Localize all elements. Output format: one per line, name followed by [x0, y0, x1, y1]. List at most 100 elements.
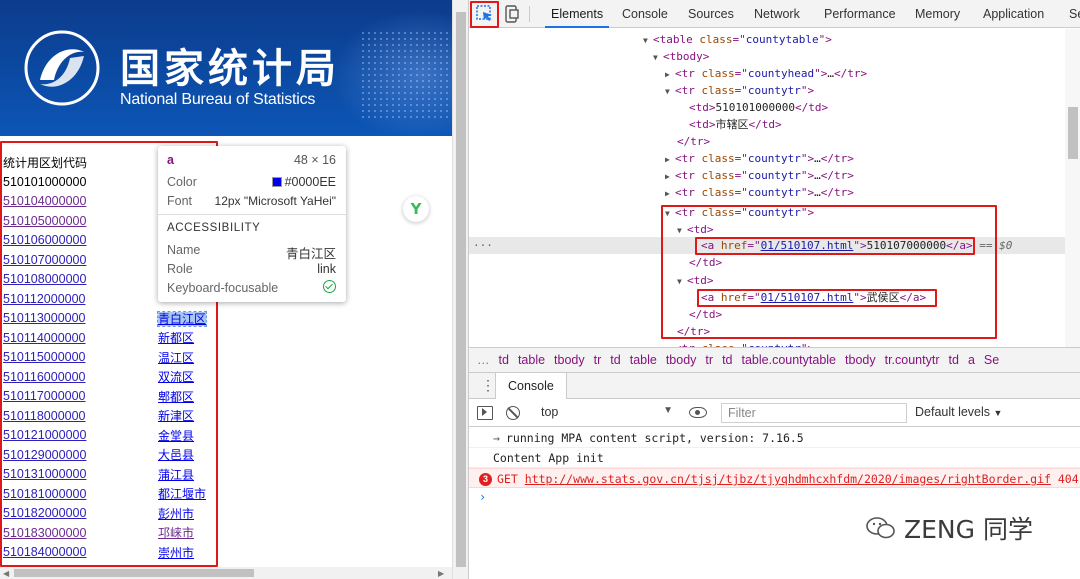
tooltip-color-value: #0000EE	[271, 175, 336, 189]
dom-line-tr-next[interactable]: ▶<tr class="countytr">	[665, 340, 814, 347]
dom-line-tr-collapsed-2[interactable]: ▶ <tr class="countytr">…</tr>	[665, 167, 854, 184]
breadcrumb-item[interactable]: td	[722, 353, 732, 367]
tooltip-font-value: 12px "Microsoft YaHei"	[214, 194, 336, 208]
tab-elements[interactable]: Elements	[544, 0, 610, 28]
elements-scroll-thumb[interactable]	[1068, 107, 1078, 159]
breadcrumb-item[interactable]: table.countytable	[742, 353, 837, 367]
site-banner: 国家统计局 National Bureau of Statistics	[0, 0, 452, 136]
breadcrumb-item[interactable]: tbody	[554, 353, 585, 367]
page-horizontal-scrollbar[interactable]: ◀ ▶	[0, 567, 452, 579]
dom-line-tr-collapsed-3[interactable]: ▶ <tr class="countytr">…</tr>	[665, 184, 854, 201]
console-output: → running MPA content script, version: 7.…	[469, 428, 1080, 579]
breadcrumb-item[interactable]: table	[630, 353, 657, 367]
console-message: Content App init	[493, 451, 604, 465]
dom-line-td-code[interactable]: <td>510101000000</td>	[689, 99, 828, 116]
tab-console[interactable]: Console	[622, 0, 668, 28]
tooltip-focus-label: Keyboard-focusable	[167, 281, 279, 295]
breadcrumb-item[interactable]: td	[610, 353, 620, 367]
tooltip-name-value: 青白江区	[285, 247, 336, 261]
breadcrumb-item[interactable]: td	[499, 353, 509, 367]
dom-line-table[interactable]: ▼ <table class="countytable">	[643, 31, 832, 48]
tooltip-tag: a	[167, 153, 174, 167]
breadcrumb-item[interactable]: tbody	[666, 353, 697, 367]
check-circle-icon	[323, 280, 336, 294]
dropdown-icon: ▼	[663, 405, 673, 416]
banner-dot-map	[360, 30, 452, 120]
dom-line-tr-head[interactable]: ▶ <tr class="countyhead">…</tr>	[665, 65, 867, 82]
dom-breadcrumbs: … td table tbody tr td table tbody tr td table.cou…	[469, 347, 1080, 373]
tooltip-font-label: Font	[167, 194, 193, 208]
red-highlight-box-inspect	[470, 1, 499, 28]
tab-network[interactable]: Network	[754, 0, 800, 28]
console-prompt-icon[interactable]: ›	[479, 490, 486, 504]
tab-se[interactable]: Se	[1069, 0, 1080, 28]
tab-application[interactable]: Application	[983, 0, 1044, 28]
live-expression-eye-icon[interactable]	[689, 407, 707, 418]
clear-console-icon[interactable]	[506, 406, 520, 420]
levels-chevron-icon: ▼	[993, 408, 1003, 418]
hscroll-thumb[interactable]	[14, 569, 254, 577]
tooltip-color-text: #0000EE	[284, 175, 336, 189]
context-value: top	[541, 405, 559, 419]
drawer-header: ⋮ Console	[469, 373, 1080, 399]
scroll-left-icon[interactable]: ◀	[3, 569, 9, 578]
device-toolbar-icon[interactable]	[505, 5, 519, 23]
console-filter-input[interactable]: Filter	[721, 403, 907, 423]
log-arrow-icon: →	[493, 431, 500, 445]
dom-line-tr-close[interactable]: </tr>	[677, 133, 710, 150]
color-swatch-icon	[271, 177, 282, 187]
drawer-tab-console[interactable]: Console	[495, 373, 567, 399]
breadcrumb-item[interactable]: …	[477, 353, 490, 367]
tooltip-size: 48 × 16	[293, 153, 336, 167]
vscroll-thumb[interactable]	[456, 12, 466, 567]
breadcrumb-item[interactable]: td	[949, 353, 959, 367]
context-selector[interactable]: top ▼	[533, 404, 673, 422]
breadcrumb-item[interactable]: tr	[594, 353, 602, 367]
wechat-icon	[866, 517, 895, 539]
red-highlight-box-a-name	[697, 289, 937, 307]
breadcrumb-item[interactable]: a	[968, 353, 975, 367]
elements-scrollbar[interactable]	[1065, 29, 1080, 347]
console-error-line: 3 GET http://www.stats.gov.cn/tjsj/tjbz/…	[469, 468, 1080, 488]
red-highlight-box-a-code	[695, 237, 975, 255]
red-highlight-box-tr	[661, 205, 997, 339]
tab-performance[interactable]: Performance	[824, 0, 896, 28]
tab-memory[interactable]: Memory	[915, 0, 960, 28]
breadcrumb-item[interactable]: tr	[705, 353, 713, 367]
filter-placeholder: Filter	[728, 406, 756, 420]
extension-y-icon[interactable]: Y	[403, 196, 429, 222]
breadcrumb-item[interactable]: tbody	[845, 353, 876, 367]
tooltip-role-label: Role	[167, 262, 193, 276]
error-url[interactable]: http://www.stats.gov.cn/tjsj/tjbz/tjyqhd…	[525, 472, 1051, 486]
error-method: GET	[497, 472, 518, 486]
dom-line-td-name[interactable]: <td>市辖区</td>	[689, 116, 782, 133]
tooltip-role-value: link	[317, 262, 336, 276]
org-name-cn: 国家统计局	[120, 46, 340, 92]
dom-line-tr-open[interactable]: ▼ <tr class="countytr">	[665, 82, 814, 99]
scroll-right-icon[interactable]: ▶	[438, 569, 444, 578]
breadcrumb-item[interactable]: table	[518, 353, 545, 367]
error-status: 404 (No	[1057, 472, 1080, 486]
log-levels-label: Default levels	[915, 405, 991, 419]
devtools-panel: Elements Console Sources Network Performance…	[468, 0, 1080, 579]
devtools-toolbar: Elements Console Sources Network Performance…	[469, 0, 1080, 28]
tooltip-section-title: ACCESSIBILITY	[167, 222, 261, 234]
drawer-menu-icon[interactable]: ⋮	[481, 378, 495, 392]
console-sidebar-icon[interactable]	[477, 406, 493, 420]
console-toolbar: top ▼ Filter Default levels ▼	[469, 399, 1080, 427]
console-line: → running MPA content script, version: 7.…	[469, 428, 1080, 448]
web-page: 国家统计局 National Bureau of Statistics 统计用区…	[0, 0, 452, 579]
tooltip-name-label: Name	[167, 243, 201, 257]
breadcrumb-item[interactable]: Se	[984, 353, 999, 367]
dom-line-tbody[interactable]: ▼ <tbody>	[653, 48, 709, 65]
dom-line-tr-collapsed-1[interactable]: ▶ <tr class="countytr">…</tr>	[665, 150, 854, 167]
breadcrumb-item[interactable]: tr.countytr	[885, 353, 940, 367]
tooltip-divider	[158, 214, 346, 215]
tab-sources[interactable]: Sources	[688, 0, 734, 28]
console-line: Content App init	[469, 448, 1080, 468]
toolbar-separator	[529, 6, 530, 22]
console-message: running MPA content script, version: 7.1…	[506, 431, 804, 445]
elements-tree: ▼ <table class="countytable"> ▼ <tbody> ▶ <…	[469, 29, 1065, 347]
page-vertical-scrollbar[interactable]	[452, 0, 468, 579]
log-levels-dropdown[interactable]: Default levels ▼	[915, 405, 1002, 419]
